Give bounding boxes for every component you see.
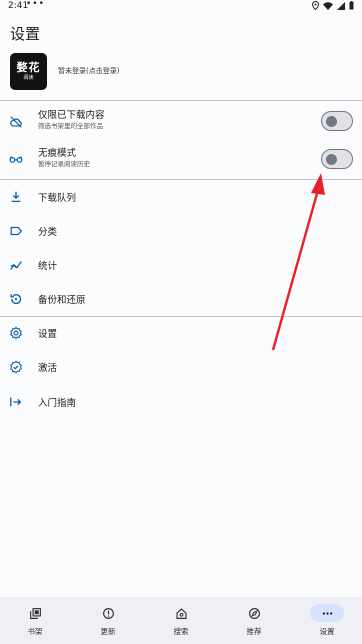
restore-icon bbox=[9, 292, 23, 306]
nav-label: 推荐 bbox=[246, 627, 262, 636]
switch-knob bbox=[326, 115, 337, 127]
logo-text: 婺花 bbox=[16, 60, 41, 74]
annotation-arrow bbox=[271, 173, 325, 351]
update-icon bbox=[91, 604, 125, 622]
incognito-subtitle: 暂停记录阅读历史 bbox=[38, 160, 90, 168]
menu-label: 下载队列 bbox=[38, 193, 77, 204]
nav-label: 设置 bbox=[319, 627, 335, 636]
more-icon bbox=[310, 604, 344, 622]
location-icon bbox=[312, 1, 319, 10]
menu-settings[interactable]: 设置 bbox=[0, 325, 362, 341]
menu-label: 备份和还原 bbox=[38, 295, 86, 306]
menu-label: 分类 bbox=[38, 227, 58, 238]
menu-backup-restore[interactable]: 备份和还原 bbox=[0, 291, 362, 307]
nav-settings[interactable]: 设置 bbox=[297, 597, 357, 644]
status-bar: 2:41 ••• bbox=[0, 0, 362, 14]
nav-bookshelf[interactable]: 书架 bbox=[5, 597, 65, 644]
menu-label: 统计 bbox=[38, 261, 58, 272]
nav-search[interactable]: 搜索 bbox=[151, 597, 211, 644]
label-icon bbox=[9, 224, 23, 238]
nav-updates[interactable]: 更新 bbox=[78, 597, 138, 644]
nav-label: 搜索 bbox=[173, 627, 189, 636]
bottom-navigation: 书架 更新 搜索 推荐 设置 bbox=[0, 597, 362, 644]
menu-statistics[interactable]: 统计 bbox=[0, 257, 362, 273]
menu-getting-started[interactable]: 入门指南 bbox=[0, 394, 362, 410]
divider bbox=[0, 179, 362, 180]
downloaded-only-row[interactable]: 仅限已下载内容 筛选书架里的全部作品 bbox=[0, 108, 362, 136]
downloaded-only-title: 仅限已下载内容 bbox=[38, 110, 105, 121]
bookshelf-icon bbox=[18, 604, 52, 622]
status-notification-dots: ••• bbox=[26, 0, 45, 9]
download-icon bbox=[9, 190, 23, 204]
menu-activate[interactable]: 激活 bbox=[0, 359, 362, 375]
battery-icon bbox=[349, 1, 354, 10]
nav-label: 更新 bbox=[100, 627, 116, 636]
downloaded-only-switch[interactable] bbox=[321, 111, 353, 131]
switch-knob bbox=[326, 153, 337, 165]
account-login-row[interactable]: 婺花 阅读 暂未登录(点击登录) bbox=[10, 51, 350, 91]
settings-icon bbox=[9, 326, 23, 340]
app-logo: 婺花 阅读 bbox=[10, 52, 47, 90]
divider bbox=[0, 316, 362, 317]
menu-label: 设置 bbox=[38, 329, 58, 340]
login-icon bbox=[9, 395, 23, 409]
page-title: 设置 bbox=[10, 25, 41, 43]
menu-label: 入门指南 bbox=[38, 398, 77, 409]
downloaded-only-subtitle: 筛选书架里的全部作品 bbox=[38, 122, 103, 130]
nav-recommend[interactable]: 推荐 bbox=[224, 597, 284, 644]
verified-icon bbox=[9, 360, 23, 374]
login-prompt: 暂未登录(点击登录) bbox=[58, 67, 120, 75]
stats-icon bbox=[9, 258, 23, 272]
signal-icon bbox=[337, 1, 345, 10]
menu-download-queue[interactable]: 下载队列 bbox=[0, 189, 362, 205]
incognito-title: 无痕模式 bbox=[38, 148, 77, 159]
logo-subtext: 阅读 bbox=[23, 74, 34, 81]
cloud-off-icon bbox=[9, 115, 23, 129]
menu-label: 激活 bbox=[38, 363, 58, 374]
incognito-row[interactable]: 无痕模式 暂停记录阅读历史 bbox=[0, 145, 362, 173]
glasses-icon bbox=[9, 152, 23, 166]
nav-label: 书架 bbox=[27, 627, 43, 636]
menu-categories[interactable]: 分类 bbox=[0, 223, 362, 239]
incognito-switch[interactable] bbox=[321, 149, 353, 169]
search-home-icon bbox=[164, 604, 198, 622]
divider bbox=[0, 100, 362, 101]
compass-icon bbox=[237, 604, 271, 622]
wifi-icon bbox=[323, 1, 333, 10]
